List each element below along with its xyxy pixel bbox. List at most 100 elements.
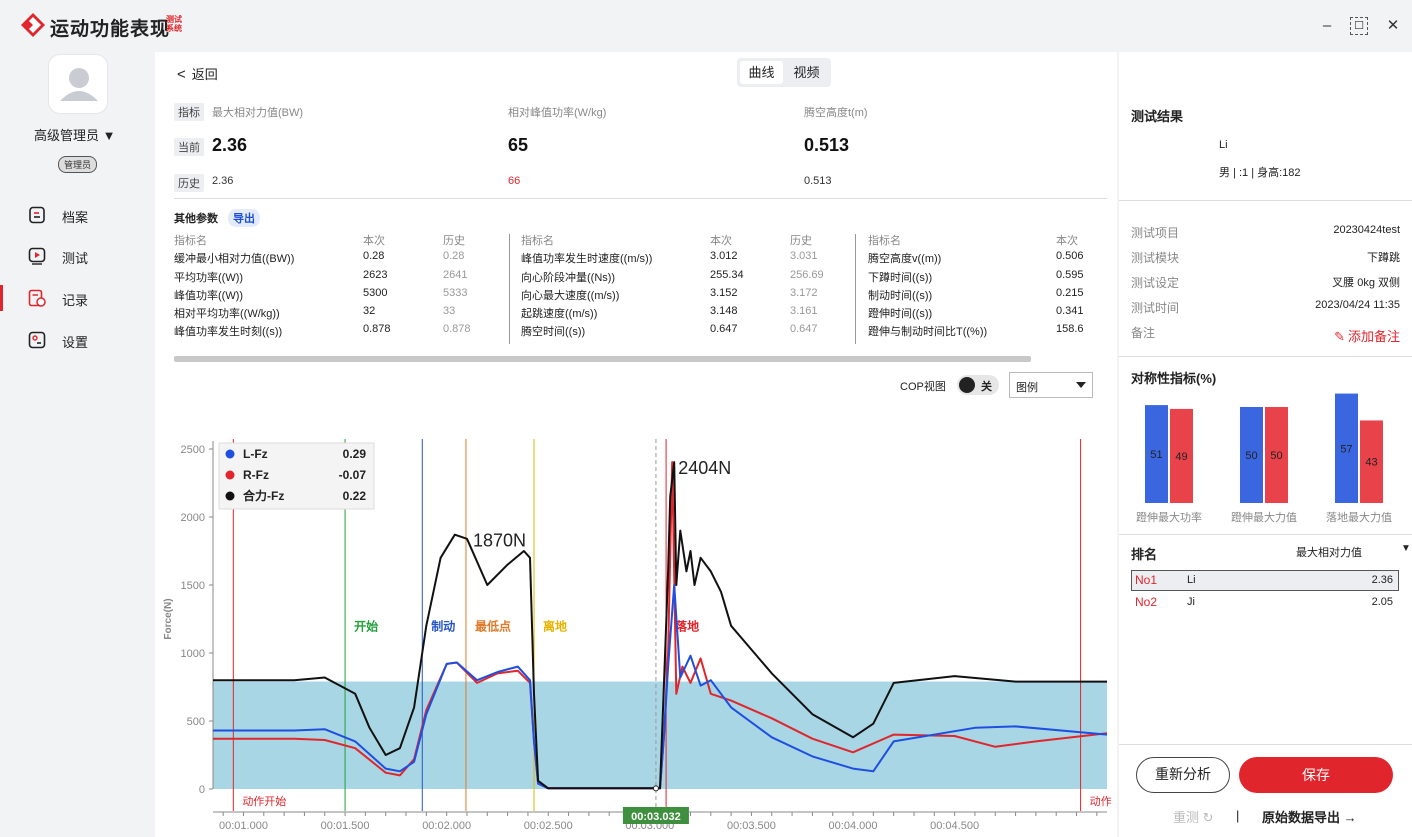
metric-label: 最大相对力值(BW) xyxy=(212,107,304,119)
symmetry-bar-label: 蹬伸最大功率 xyxy=(1136,510,1202,524)
y-tick-label: 1500 xyxy=(181,580,205,592)
field-label: 测试项目 xyxy=(1131,226,1180,240)
phase-label: 离地 xyxy=(543,619,567,634)
params-table-row: 蹬伸与制动时间比T((%)) 158.6 xyxy=(868,323,1098,341)
sidebar-item-test[interactable]: 测试 xyxy=(0,241,155,271)
metric-history-value: 66 xyxy=(508,175,521,187)
param-current: 5300 xyxy=(363,286,388,299)
export-raw-label: 原始数据导出 xyxy=(1262,810,1341,825)
phase-label: 落地 xyxy=(675,619,699,634)
param-history: 5333 xyxy=(443,286,468,299)
other-params-title: 其他参数 xyxy=(174,213,218,225)
ranking-row[interactable]: No2 Ji 2.05 xyxy=(1131,592,1399,613)
param-current: 0.647 xyxy=(710,323,738,336)
param-current: 0.341 xyxy=(1056,305,1084,318)
metric-current-value: 65 xyxy=(508,135,529,155)
x-tick-label: 00:02.000 xyxy=(422,820,471,832)
results-panel: 测试结果 Li 男 | :1 | 身高:182 测试项目 20230424tes… xyxy=(1119,52,1412,837)
rank-number: No1 xyxy=(1135,573,1158,587)
horizontal-scrollbar[interactable] xyxy=(174,356,1031,362)
param-name: 峰值功率((W)) xyxy=(174,289,244,302)
x-tick-label: 00:04.500 xyxy=(930,820,979,832)
main-panel: < 返回 曲线 视频 指标 当前 历史 最大相对力值(BW) 2.36 2.36 … xyxy=(155,52,1117,837)
reanalyze-button[interactable]: 重新分析 xyxy=(1136,757,1230,793)
divider xyxy=(855,234,856,344)
results-title: 测试结果 xyxy=(1131,109,1184,124)
y-tick-label: 1000 xyxy=(181,648,205,660)
app-title: 运动功能表现 xyxy=(50,19,171,40)
chevron-down-icon xyxy=(1076,382,1086,388)
add-note-label: 添加备注 xyxy=(1347,329,1400,344)
phase-label: 开始 xyxy=(354,619,378,634)
retest-button[interactable]: 重测 ↻ xyxy=(1173,807,1214,826)
param-name: 相对平均功率((W/kg)) xyxy=(174,308,280,321)
param-current: 本次 xyxy=(1056,235,1078,247)
param-current: 3.152 xyxy=(710,286,738,299)
minimize-button[interactable]: – xyxy=(1318,17,1336,35)
back-button[interactable]: < 返回 xyxy=(177,64,218,83)
param-current: 32 xyxy=(363,305,376,318)
tab-video[interactable]: 视频 xyxy=(785,61,828,84)
symmetry-bar-value: 50 xyxy=(1245,450,1257,462)
param-current: 0.28 xyxy=(363,250,385,263)
metric-history-value: 2.36 xyxy=(212,175,234,187)
settings-icon xyxy=(28,331,46,349)
param-current: 0.506 xyxy=(1056,250,1084,263)
param-name: 制动时间((s)) xyxy=(868,289,933,302)
param-name: 向心阶段冲量((Ns)) xyxy=(521,271,616,284)
user-name-dropdown[interactable]: 高级管理员 ▼ xyxy=(34,125,115,144)
legend-label: L-Fz xyxy=(243,447,268,461)
param-name: 蹬伸与制动时间比T((%)) xyxy=(868,326,988,339)
add-note-button[interactable]: ✎ 添加备注 xyxy=(1334,326,1400,345)
divider xyxy=(1119,200,1412,201)
phase-label: 动作 xyxy=(1090,795,1112,808)
sidebar-item-label: 设置 xyxy=(62,335,89,350)
title-bar: 运动功能表现 测试系统 – ☐ ✕ xyxy=(0,0,1412,52)
avatar[interactable] xyxy=(48,54,108,114)
param-name: 腾空高度v((m)) xyxy=(868,253,942,266)
sidebar-item-record[interactable]: 记录 xyxy=(0,283,155,313)
param-history: 256.69 xyxy=(790,268,824,281)
rank-name: Ji xyxy=(1187,596,1195,608)
params-table-2: 指标名 本次 历史 峰值功率发生时速度((m/s)) 3.012 3.031 向心阶段冲量(… xyxy=(521,232,841,342)
rank-name: Li xyxy=(1187,574,1196,586)
params-table-header: 指标名 本次 历史 xyxy=(521,232,841,250)
param-name: 缓冲最小相对力值((BW)) xyxy=(174,253,295,266)
sidebar-item-archive[interactable]: 档案 xyxy=(0,200,155,230)
ranking-metric-select[interactable]: 最大相对力值 ▼ xyxy=(1296,543,1411,560)
rank-number: No2 xyxy=(1135,595,1158,609)
param-history: 2641 xyxy=(443,268,468,281)
ranking-row[interactable]: No1 Li 2.36 xyxy=(1131,570,1399,591)
metric-label: 相对峰值功率(W/kg) xyxy=(508,107,607,119)
param-name: 峰值功率发生时速度((m/s)) xyxy=(521,253,653,266)
sidebar-item-label: 测试 xyxy=(62,251,89,266)
save-button[interactable]: 保存 xyxy=(1239,757,1393,793)
tab-curve[interactable]: 曲线 xyxy=(740,61,783,84)
symmetry-bar-value: 57 xyxy=(1340,443,1352,455)
close-button[interactable]: ✕ xyxy=(1384,17,1402,35)
metric-label: 腾空高度t(m) xyxy=(804,107,868,119)
param-history: 0.647 xyxy=(790,323,818,336)
export-params-button[interactable]: 导出 xyxy=(228,209,260,227)
param-current: 3.012 xyxy=(710,250,738,263)
record-icon xyxy=(28,289,46,307)
peak-annotation: 2404N xyxy=(678,458,731,478)
params-table-row: 腾空高度v((m)) 0.506 xyxy=(868,250,1098,268)
sidebar-item-settings[interactable]: 设置 xyxy=(0,325,155,355)
x-tick-label: 00:03.500 xyxy=(727,820,776,832)
param-name: 指标名 xyxy=(868,235,901,247)
params-table-row: 缓冲最小相对力值((BW)) 0.28 0.28 xyxy=(174,250,494,268)
param-current: 158.6 xyxy=(1056,323,1084,336)
edit-icon: ✎ xyxy=(1334,329,1345,344)
export-raw-data-button[interactable]: 原始数据导出 → xyxy=(1262,807,1357,826)
param-name: 指标名 xyxy=(174,235,207,247)
param-current: 3.148 xyxy=(710,305,738,318)
symmetry-bar-value: 43 xyxy=(1365,457,1377,469)
app-subtitle: 测试系统 xyxy=(166,15,182,33)
symmetry-bar-value: 51 xyxy=(1150,449,1162,461)
params-table-header: 指标名 本次 历史 xyxy=(174,232,494,250)
force-chart[interactable]: Force(N) 0 500 1000 1500 2000 2500 00:01.000 00:… xyxy=(155,392,1117,837)
legend-value: -0.07 xyxy=(339,468,367,482)
param-history: 3.172 xyxy=(790,286,818,299)
maximize-button[interactable]: ☐ xyxy=(1350,17,1368,35)
